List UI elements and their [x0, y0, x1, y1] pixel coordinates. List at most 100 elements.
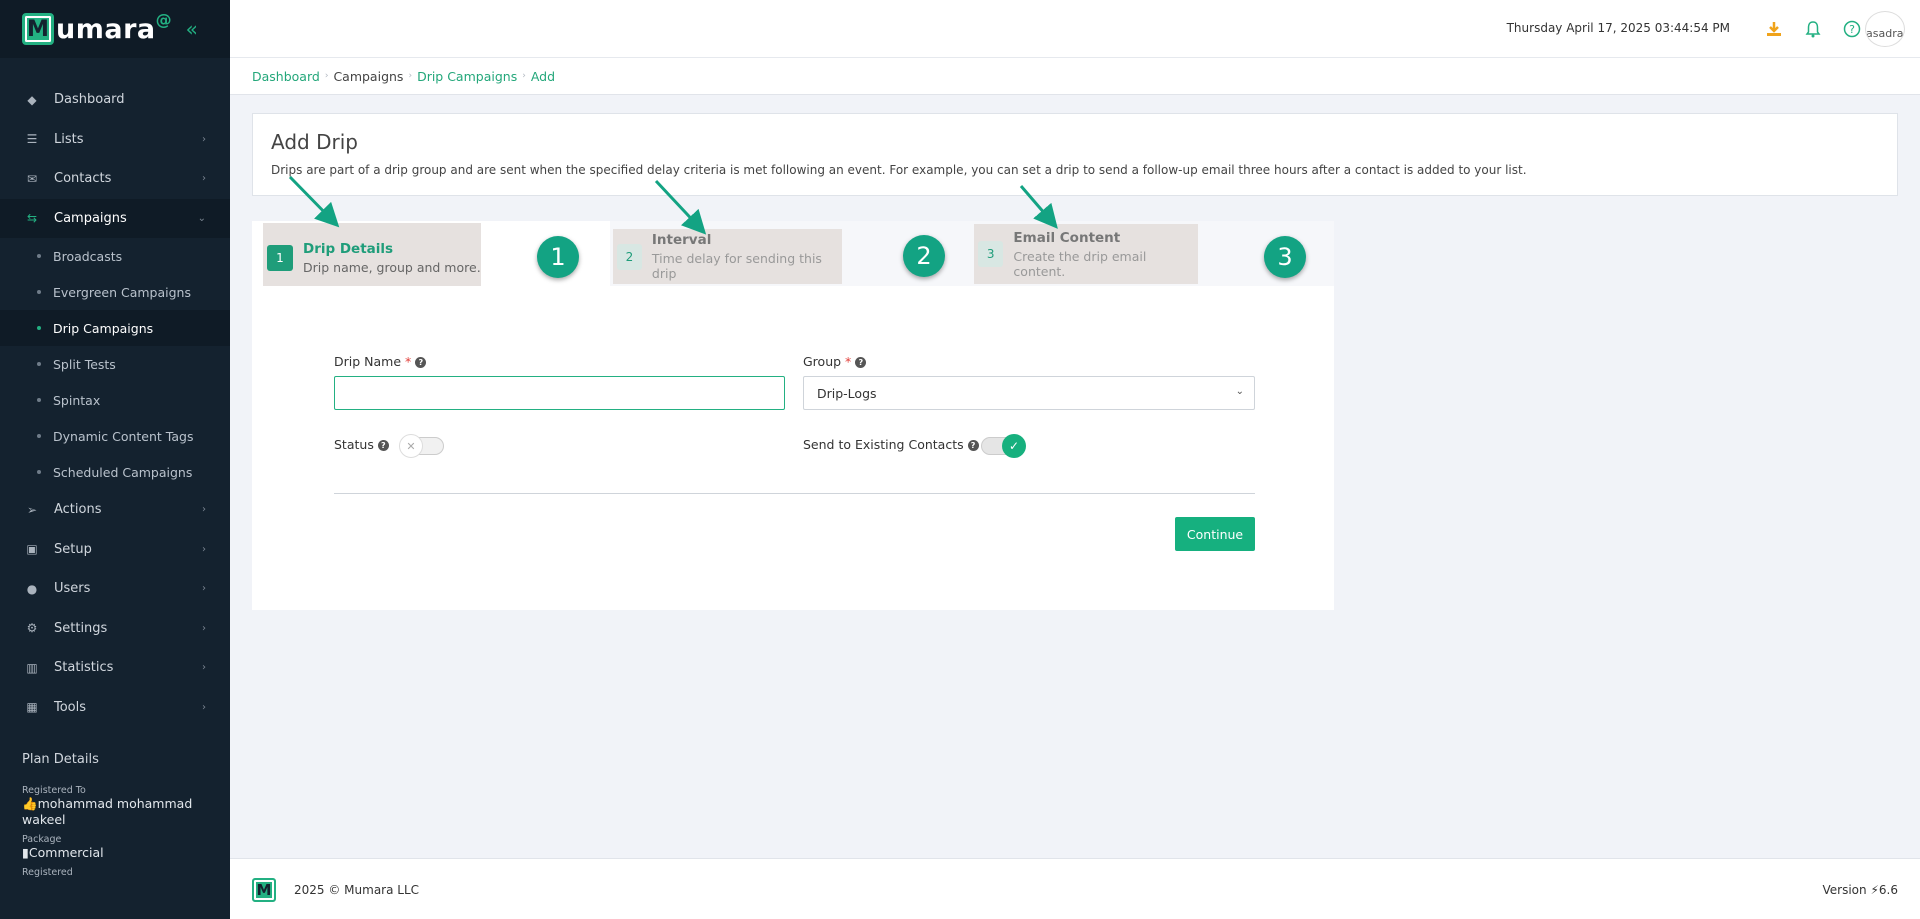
step-highlight: 2 Interval Time delay for sending this d… — [613, 229, 842, 284]
sidebar-item-label: Contacts — [54, 171, 112, 187]
chevron-right-icon: › — [202, 701, 206, 713]
thumbs-up-icon: 👍 — [22, 796, 38, 811]
registered-label: Registered — [22, 867, 73, 878]
breadcrumb-campaigns: Campaigns — [333, 68, 404, 84]
sidebar-item-label: Tools — [54, 699, 87, 715]
step-number: 1 — [267, 244, 293, 271]
group-label: Group *? — [803, 354, 867, 369]
breadcrumb-add[interactable]: Add — [531, 69, 555, 84]
registered-to-value: 👍mohammad mohammad wakeel — [22, 796, 193, 827]
svg-text:?: ? — [1849, 23, 1855, 36]
chevron-right-icon: › — [202, 173, 206, 185]
sidebar-item-statistics[interactable]: ▥ Statistics › — [0, 648, 230, 688]
sidebar-item-actions[interactable]: ➢ Actions › — [0, 490, 230, 530]
help-circle-icon[interactable]: ? — [855, 357, 867, 368]
sidebar-item-users[interactable]: ● Users › — [0, 569, 230, 609]
sidebar-item-campaigns[interactable]: ⇆ Campaigns ⌄ — [0, 198, 230, 238]
help-icon[interactable]: ? — [1841, 18, 1863, 40]
download-icon[interactable] — [1763, 18, 1785, 40]
registered-to-label: Registered To — [22, 785, 86, 796]
step-description: Create the drip email content. — [1013, 248, 1147, 279]
sidebar-item-dashboard[interactable]: ◆ Dashboard — [0, 80, 230, 120]
help-circle-icon[interactable]: ? — [415, 357, 427, 368]
step-badge-3: 3 — [1264, 236, 1306, 278]
send-existing-toggle[interactable]: ✓ — [981, 434, 1026, 458]
top-header: Thursday April 17, 2025 03:44:54 PM ? as… — [230, 0, 1920, 58]
sidebar-item-label: Statistics — [54, 660, 114, 676]
sidebar-subitem-split-tests[interactable]: Split Tests — [0, 346, 230, 382]
breadcrumb: Dashboard › Campaigns › Drip Campaigns ›… — [230, 58, 1920, 95]
page-header-card: Add Drip Drips are part of a drip group … — [252, 113, 1898, 196]
breadcrumb-separator: › — [522, 71, 526, 81]
gear-icon: ⚙ — [26, 621, 38, 636]
chevron-right-icon: › — [202, 622, 206, 634]
status-toggle[interactable]: ✕ — [399, 434, 444, 458]
sidebar-subitem-spintax[interactable]: Spintax — [0, 382, 230, 418]
sidebar-item-contacts[interactable]: ✉ Contacts › — [0, 159, 230, 199]
step-number: 2 — [617, 243, 642, 270]
sidebar-subitem-broadcasts[interactable]: Broadcasts — [0, 238, 230, 274]
send-existing-label: Send to Existing Contacts? — [803, 437, 979, 452]
sidebar-item-setup[interactable]: ▣ Setup › — [0, 530, 230, 570]
continue-button[interactable]: Continue — [1175, 517, 1255, 551]
chevron-right-icon: › — [202, 504, 206, 516]
avatar[interactable]: asadra — [1865, 11, 1905, 47]
step-description: Drip name, group and more. — [303, 259, 481, 275]
sidebar-item-tools[interactable]: ▦ Tools › — [0, 688, 230, 728]
avatar-alt-text: asadra — [1866, 27, 1904, 40]
toggle-icon: ▣ — [26, 542, 38, 557]
send-icon: ➢ — [26, 502, 38, 517]
sidebar-item-lists[interactable]: ☰ Lists › — [0, 120, 230, 160]
plan-details: Plan Details Registered To 👍mohammad moh… — [22, 752, 212, 878]
close-icon: ✕ — [399, 434, 423, 458]
drip-name-input[interactable] — [334, 376, 785, 410]
step-description: Time delay for sending this drip — [651, 251, 822, 281]
sidebar-item-label: Lists — [54, 131, 84, 147]
user-icon: ● — [26, 581, 38, 596]
footer-copyright: 2025 © Mumara LLC — [294, 883, 420, 897]
step-title: Email Content — [1013, 229, 1121, 246]
envelope-icon: ✉ — [26, 171, 38, 186]
sidebar-subitem-dynamic-content-tags[interactable]: Dynamic Content Tags — [0, 418, 230, 454]
step-number: 3 — [978, 241, 1004, 267]
sidebar-item-settings[interactable]: ⚙ Settings › — [0, 609, 230, 649]
sidebar-subitem-drip-campaigns[interactable]: Drip Campaigns — [0, 310, 230, 346]
step-title: Drip Details — [303, 240, 394, 257]
sidebar-item-label: Settings — [54, 620, 108, 636]
breadcrumb-drip-campaigns[interactable]: Drip Campaigns — [417, 69, 517, 84]
campaigns-icon: ⇆ — [26, 211, 38, 226]
bar-chart-icon: ▥ — [26, 660, 38, 675]
brand-at-mark: @ — [155, 10, 172, 29]
step-highlight: 1 Drip Details Drip name, group and more… — [263, 223, 481, 292]
sidebar-item-label: Dashboard — [54, 92, 125, 108]
step-badge-2: 2 — [903, 235, 945, 277]
sidebar-subitem-evergreen-campaigns[interactable]: Evergreen Campaigns — [0, 274, 230, 310]
step-badge-1: 1 — [537, 236, 579, 278]
footer-logo-icon: M — [252, 878, 276, 902]
help-circle-icon[interactable]: ? — [377, 440, 389, 451]
sidebar-item-label: Setup — [54, 541, 92, 557]
collapse-sidebar-icon[interactable]: « — [186, 17, 198, 41]
sidebar-item-label: Campaigns — [54, 210, 127, 226]
drip-name-label: Drip Name *? — [334, 354, 427, 369]
chevron-right-icon: › — [202, 583, 206, 595]
form-divider — [334, 493, 1255, 494]
layers-icon: ◆ — [27, 92, 37, 107]
sidebar-item-label: Actions — [54, 502, 102, 518]
sidebar-subitem-scheduled-campaigns[interactable]: Scheduled Campaigns — [0, 454, 230, 490]
bell-icon[interactable] — [1802, 18, 1824, 40]
breadcrumb-dashboard[interactable]: Dashboard — [252, 69, 320, 84]
group-select[interactable]: Drip-Logs ⌄ — [803, 376, 1255, 410]
chevron-right-icon: › — [202, 133, 206, 145]
step-highlight: 3 Email Content Create the drip email co… — [974, 224, 1198, 284]
page-title: Add Drip — [271, 130, 358, 154]
brand-bar: M umara @ « — [0, 0, 230, 58]
brand-logo-icon[interactable]: M — [22, 13, 54, 45]
sidebar: M umara @ « ◆ Dashboard ☰ Lists › ✉ Cont… — [0, 0, 230, 919]
current-datetime: Thursday April 17, 2025 03:44:54 PM — [1506, 21, 1730, 35]
bolt-icon: ⚡ — [1870, 883, 1879, 897]
list-icon: ☰ — [26, 132, 38, 147]
package-label: Package — [22, 834, 62, 845]
help-circle-icon[interactable]: ? — [967, 440, 979, 451]
footer-version: Version ⚡6.6 — [1822, 883, 1899, 897]
